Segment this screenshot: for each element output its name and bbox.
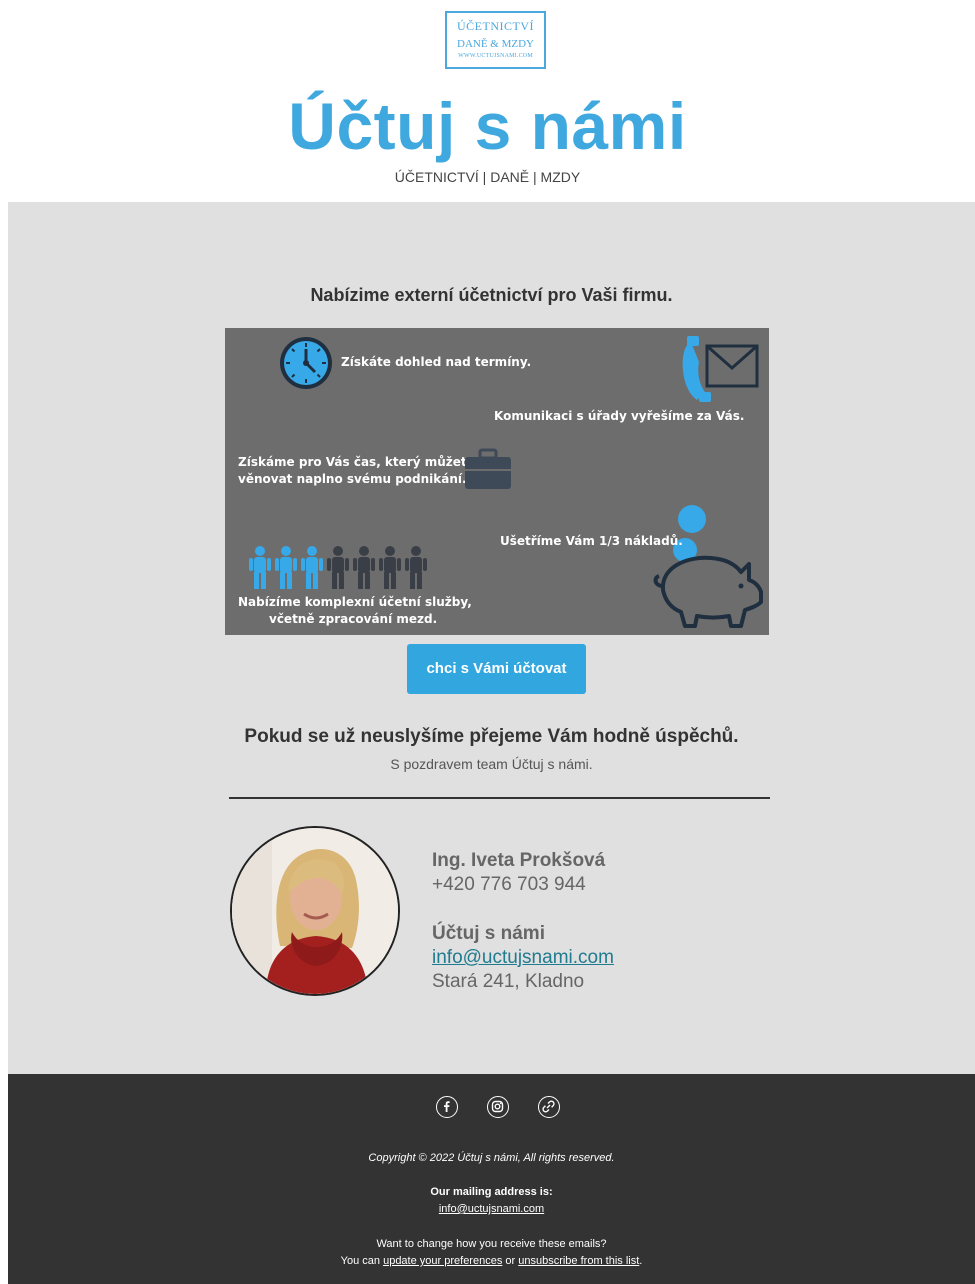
- info-authorities: Komunikaci s úřady vyřešíme za Vás.: [494, 409, 745, 423]
- clock-icon: [280, 337, 332, 389]
- copyright-text: Copyright © 2022 Účtuj s námi, All right…: [368, 1152, 615, 1164]
- services-infographic: Získáte dohled nad termíny. Komunikaci s…: [225, 328, 769, 635]
- brand-tagline: ÚČETNICTVÍ | DANĚ | MZDY: [394, 169, 581, 185]
- info-deadlines: Získáte dohled nad termíny.: [341, 355, 532, 369]
- info-time-line-1: Získáme pro Vás čas, který můžete: [238, 455, 475, 469]
- or-text: or: [505, 1255, 516, 1267]
- logo-line-3: WWW.UCTUJSNAMI.COM: [458, 53, 533, 59]
- mailing-email-link[interactable]: info@uctujsnami.com: [439, 1203, 544, 1215]
- divider: [229, 797, 770, 799]
- email-body: Nabízime externí účetnictví pro Vaši fir…: [8, 202, 975, 1074]
- regards-text: S pozdravem team Účtuj s námi.: [390, 756, 593, 772]
- cta-button[interactable]: chci s Vámi účtovat: [407, 644, 586, 694]
- mailing-address-label: Our mailing address is:: [430, 1186, 553, 1198]
- company-logo[interactable]: ÚČETNICTVÍ DANĚ & MZDY WWW.UCTUJSNAMI.CO…: [445, 11, 546, 69]
- briefcase-icon: [465, 448, 511, 489]
- info-services-line-2: včetně zpracování mezd.: [269, 612, 438, 626]
- signature-email: info@uctujsnami.com: [432, 947, 614, 969]
- farewell-text: Pokud se už neuslyšíme přejeme Vám hodně…: [244, 726, 739, 747]
- mailing-address: info@uctujsnami.com: [8, 1203, 975, 1215]
- piggy-bank-icon: [653, 555, 763, 628]
- avatar: [230, 826, 400, 996]
- preferences-line: You can update your preferences or unsub…: [8, 1255, 975, 1267]
- update-preferences-link[interactable]: update your preferences: [383, 1255, 502, 1267]
- signature-address: Stará 241, Kladno: [432, 971, 585, 992]
- info-time-line-2: věnovat naplno svému podnikání.: [238, 472, 467, 486]
- headline: Nabízime externí účetnictví pro Vaši fir…: [310, 285, 673, 305]
- brand-title: Účtuj s námi: [288, 89, 687, 163]
- period-text: .: [639, 1255, 643, 1267]
- signature-email-link[interactable]: info@uctujsnami.com: [432, 947, 614, 968]
- logo-line-1: ÚČETNICTVÍ: [457, 19, 534, 33]
- email-header: ÚČETNICTVÍ DANĚ & MZDY WWW.UCTUJSNAMI.CO…: [0, 0, 975, 202]
- unsubscribe-link[interactable]: unsubscribe from this list: [518, 1255, 639, 1267]
- instagram-icon[interactable]: [487, 1096, 509, 1118]
- you-can-text: You can: [340, 1255, 381, 1267]
- avatar-portrait: [232, 828, 398, 994]
- signature-company: Účtuj s námi: [432, 923, 545, 944]
- facebook-icon[interactable]: [436, 1096, 458, 1118]
- info-services-line-1: Nabízíme komplexní účetní služby,: [238, 595, 472, 609]
- email-footer: Copyright © 2022 Účtuj s námi, All right…: [8, 1074, 975, 1284]
- signature-phone: +420 776 703 944: [432, 874, 586, 895]
- preferences-question: Want to change how you receive these ema…: [376, 1238, 607, 1250]
- signature-name: Ing. Iveta Prokšová: [432, 850, 606, 871]
- logo-line-2: DANĚ & MZDY: [457, 38, 534, 50]
- website-link-icon[interactable]: [538, 1096, 560, 1118]
- people-icon: [249, 546, 427, 589]
- phone-mail-icon: [682, 336, 759, 402]
